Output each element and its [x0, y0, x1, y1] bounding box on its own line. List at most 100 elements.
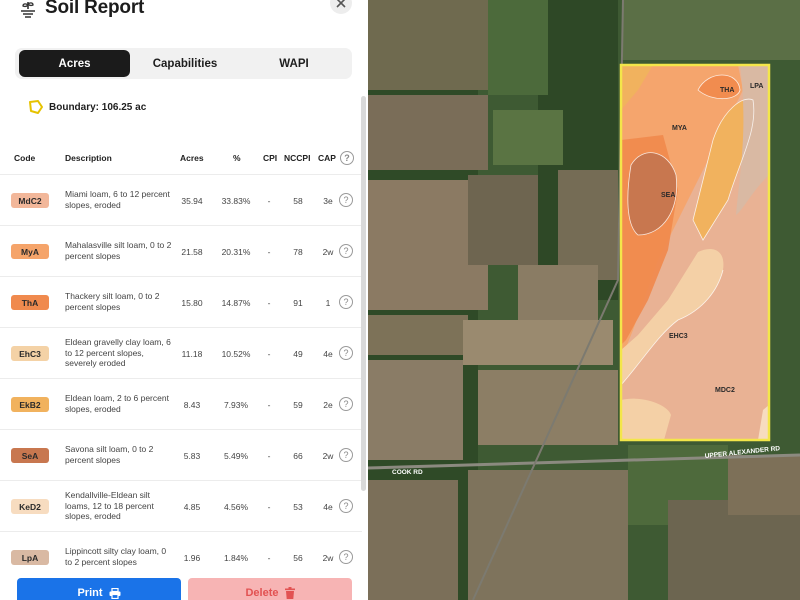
column-header-acres: Acres: [180, 153, 204, 163]
help-icon[interactable]: ?: [340, 151, 354, 165]
cpi-value: -: [267, 196, 271, 206]
table-row[interactable]: EhC3 Eldean gravelly clay loam, 6 to 12 p…: [0, 327, 362, 378]
soil-code-badge: KeD2: [11, 499, 49, 514]
help-icon[interactable]: ?: [339, 244, 353, 258]
print-button[interactable]: Print: [17, 578, 181, 600]
cap-value: 4e: [323, 349, 333, 359]
soil-report-panel: Soil Report Acres Capabilities WAPI Boun…: [0, 0, 368, 600]
cap-value: 2e: [323, 400, 333, 410]
panel-header: Soil Report: [0, 0, 368, 22]
soil-logo-icon: [21, 2, 35, 18]
boundary-label: Boundary: 106.25 ac: [49, 101, 147, 113]
soil-code-badge: ThA: [11, 295, 49, 310]
road-label-cook: COOK RD: [392, 469, 423, 476]
boundary-summary: Boundary: 106.25 ac: [28, 98, 146, 116]
soil-description: Thackery silt loam, 0 to 2 percent slope…: [65, 291, 160, 312]
close-icon: [336, 0, 346, 8]
nccpi-value: 58: [293, 196, 303, 206]
nccpi-value: 56: [293, 553, 303, 563]
cap-value: 2w: [322, 451, 334, 461]
percent-value: 5.49%: [223, 451, 249, 461]
table-row[interactable]: MdC2 Miami loam, 6 to 12 percent slopes, …: [0, 174, 362, 225]
table-row[interactable]: SeA Savona silt loam, 0 to 2 percent slop…: [0, 429, 362, 480]
acres-value: 1.96: [183, 553, 201, 563]
report-tabs: Acres Capabilities WAPI: [15, 48, 352, 79]
help-icon[interactable]: ?: [339, 397, 353, 411]
cap-value: 2w: [322, 553, 334, 563]
nccpi-value: 59: [293, 400, 303, 410]
column-header-percent: %: [233, 153, 241, 163]
nccpi-value: 49: [293, 349, 303, 359]
soil-description: Eldean loam, 2 to 6 percent slopes, erod…: [65, 393, 169, 414]
tab-capabilities[interactable]: Capabilities: [132, 50, 238, 77]
printer-icon: [109, 587, 121, 599]
tab-wapi[interactable]: WAPI: [240, 50, 348, 77]
help-icon[interactable]: ?: [339, 346, 353, 360]
table-row[interactable]: LpA Lippincott silty clay loam, 0 to 2 pe…: [0, 531, 362, 574]
soil-code-badge: MdC2: [11, 193, 49, 208]
percent-value: 20.31%: [221, 247, 251, 257]
map-label-mdc2: MDC2: [715, 387, 735, 394]
help-icon[interactable]: ?: [339, 295, 353, 309]
help-icon[interactable]: ?: [339, 550, 353, 564]
percent-value: 1.84%: [223, 553, 249, 563]
soil-description: Lippincott silty clay loam, 0 to 2 perce…: [65, 546, 167, 567]
percent-value: 10.52%: [221, 349, 251, 359]
soil-description: Eldean gravelly clay loam, 6 to 12 perce…: [65, 337, 171, 368]
nccpi-value: 53: [293, 502, 303, 512]
cap-value: 2w: [322, 247, 334, 257]
soil-polygons[interactable]: [620, 65, 769, 440]
panel-footer: Print Delete: [0, 570, 368, 600]
map-label-lpa: LPA: [750, 83, 763, 90]
cap-value: 3e: [323, 196, 333, 206]
table-row[interactable]: MyA Mahalasville silt loam, 0 to 2 percen…: [0, 225, 362, 276]
nccpi-value: 78: [293, 247, 303, 257]
help-icon[interactable]: ?: [339, 448, 353, 462]
close-button[interactable]: [330, 0, 352, 14]
acres-value: 15.80: [181, 298, 203, 308]
soil-description: Savona silt loam, 0 to 2 percent slopes: [65, 444, 154, 465]
acres-value: 4.85: [183, 502, 201, 512]
table-scrollbar[interactable]: [361, 96, 366, 491]
column-header-code: Code: [14, 153, 36, 163]
cpi-value: -: [267, 553, 271, 563]
column-header-description: Description: [65, 153, 112, 163]
nccpi-value: 66: [293, 451, 303, 461]
soil-code-badge: LpA: [11, 550, 49, 565]
cpi-value: -: [267, 349, 271, 359]
delete-button[interactable]: Delete: [188, 578, 352, 600]
boundary-polygon-icon: [29, 100, 43, 114]
map-label-tha: THA: [720, 87, 734, 94]
soil-code-badge: EhC3: [11, 346, 49, 361]
soil-table-body: MdC2 Miami loam, 6 to 12 percent slopes, …: [0, 174, 362, 574]
tab-acres[interactable]: Acres: [19, 50, 130, 77]
table-row[interactable]: ThA Thackery silt loam, 0 to 2 percent sl…: [0, 276, 362, 327]
delete-label: Delete: [245, 587, 279, 599]
soil-code-badge: EkB2: [11, 397, 49, 412]
percent-value: 7.93%: [223, 400, 249, 410]
soil-description: Kendallville-Eldean silt loams, 12 to 18…: [65, 490, 154, 521]
soil-description: Miami loam, 6 to 12 percent slopes, erod…: [65, 189, 170, 210]
table-row[interactable]: EkB2 Eldean loam, 2 to 6 percent slopes, …: [0, 378, 362, 429]
nccpi-value: 91: [293, 298, 303, 308]
cap-value: 4e: [323, 502, 333, 512]
percent-value: 33.83%: [221, 196, 251, 206]
trash-icon: [284, 587, 295, 599]
cpi-value: -: [267, 451, 271, 461]
help-icon[interactable]: ?: [339, 499, 353, 513]
acres-value: 8.43: [183, 400, 201, 410]
acres-value: 35.94: [181, 196, 203, 206]
acres-value: 11.18: [181, 349, 203, 359]
percent-value: 4.56%: [223, 502, 249, 512]
table-header: Code Description Acres % CPI NCCPI CAP ?: [0, 148, 360, 170]
map-label-mya: MYA: [672, 125, 687, 132]
satellite-map[interactable]: COOK RD UPPER ALEXANDER RD THA LPA MYA S…: [368, 0, 800, 600]
soil-code-badge: SeA: [11, 448, 49, 463]
map-canvas[interactable]: COOK RD UPPER ALEXANDER RD THA LPA MYA S…: [368, 0, 800, 600]
cap-value: 1: [325, 298, 331, 308]
cpi-value: -: [267, 502, 271, 512]
soil-description: Mahalasville silt loam, 0 to 2 percent s…: [65, 240, 172, 261]
help-icon[interactable]: ?: [339, 193, 353, 207]
print-label: Print: [77, 587, 103, 599]
table-row[interactable]: KeD2 Kendallville-Eldean silt loams, 12 t…: [0, 480, 362, 531]
